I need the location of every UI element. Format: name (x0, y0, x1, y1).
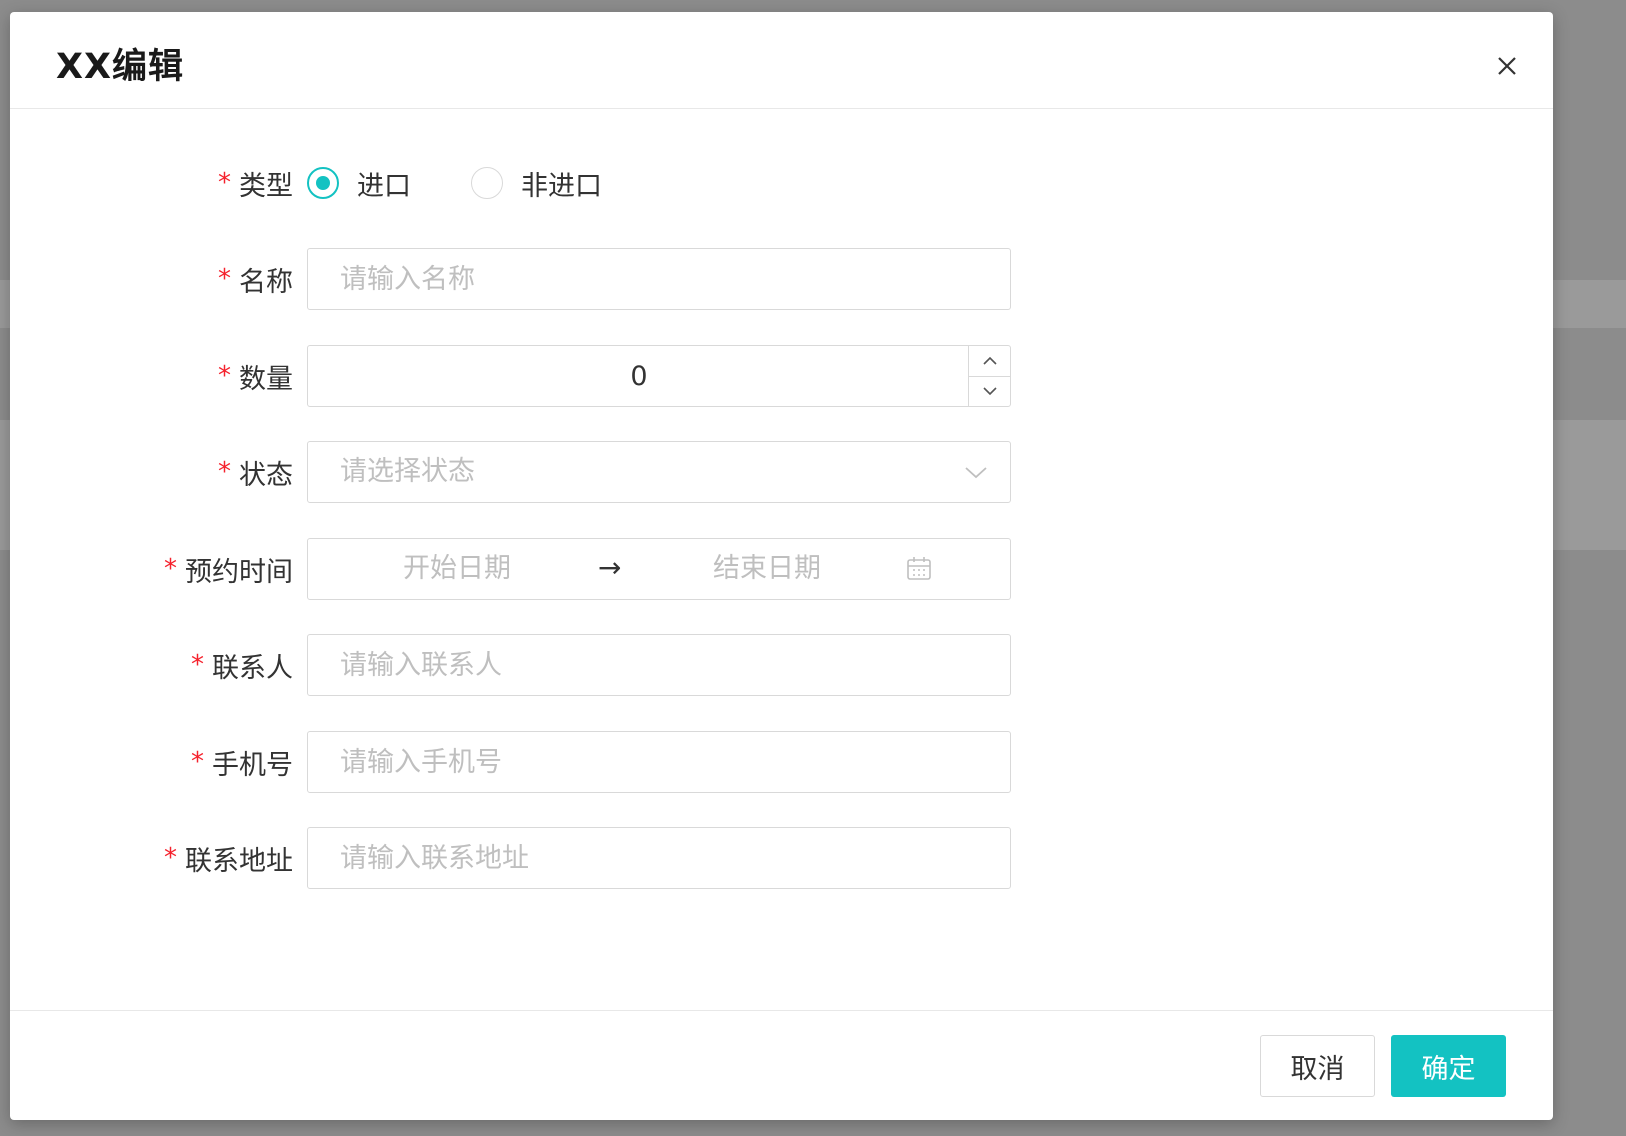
close-icon (1498, 57, 1516, 75)
confirm-button[interactable]: 确定 (1391, 1035, 1506, 1097)
calendar-icon (907, 557, 931, 580)
phone-field-wrapper (307, 731, 1011, 793)
form-row-type: * 类型 进口 非进口 (10, 151, 1553, 215)
edit-dialog: XX编辑 * 类型 进口 非进口 * 名称 请输入名称 * 数量 0 * 状态 … (10, 12, 1553, 1120)
form-row-phone: * 手机号 (10, 730, 1553, 794)
address-field-wrapper (307, 827, 1011, 889)
contact-input[interactable] (308, 635, 1010, 695)
dialog-footer: 取消 确定 (10, 1010, 1553, 1120)
status-label-text: 状态 (239, 459, 293, 491)
required-mark: * (164, 843, 177, 873)
quantity-input[interactable] (308, 346, 1010, 406)
form-row-appointment: * 预约时间 开始日期 → 结束日期 (10, 537, 1553, 601)
contact-label: * 联系人 (191, 646, 293, 685)
step-up-button[interactable] (969, 346, 1010, 376)
radio-option-non-import[interactable]: 非进口 (471, 164, 602, 203)
radio-label: 进口 (357, 170, 411, 202)
address-label-text: 联系地址 (185, 845, 293, 877)
required-mark: * (164, 554, 177, 584)
phone-label-text: 手机号 (212, 749, 293, 781)
type-label: * 类型 (218, 164, 293, 203)
status-label: * 状态 (218, 453, 293, 492)
end-date-input[interactable]: 结束日期 (713, 539, 821, 598)
quantity-label-text: 数量 (239, 363, 293, 395)
dialog-title: XX编辑 (56, 47, 184, 87)
address-input[interactable] (308, 828, 1010, 888)
chevron-down-icon (965, 467, 987, 479)
address-label: * 联系地址 (164, 839, 293, 878)
type-radio-group: 进口 非进口 (307, 164, 662, 203)
date-range-picker[interactable]: 开始日期 → 结束日期 (307, 538, 1011, 600)
phone-label: * 手机号 (191, 743, 293, 782)
radio-checked-icon (307, 167, 339, 199)
chevron-down-icon (982, 387, 997, 396)
required-mark: * (218, 168, 231, 198)
required-mark: * (218, 457, 231, 487)
type-label-text: 类型 (239, 170, 293, 202)
form-row-address: * 联系地址 (10, 826, 1553, 890)
status-select[interactable]: 请选择状态 (307, 441, 1011, 503)
quantity-label: * 数量 (218, 357, 293, 396)
background-strip (0, 280, 10, 328)
form-row-quantity: * 数量 (10, 344, 1553, 408)
required-mark: * (191, 650, 204, 680)
chevron-up-icon (982, 356, 997, 365)
radio-option-import[interactable]: 进口 (307, 164, 411, 203)
contact-field-wrapper (307, 634, 1011, 696)
form-row-contact: * 联系人 (10, 633, 1553, 697)
name-label-text: 名称 (239, 266, 293, 298)
form-row-name: * 名称 (10, 247, 1553, 311)
start-date-input[interactable]: 开始日期 (403, 539, 511, 598)
step-down-button[interactable] (969, 375, 1010, 407)
background-strip (1553, 280, 1626, 328)
appointment-label-text: 预约时间 (185, 556, 293, 588)
quantity-stepper (307, 345, 1011, 407)
dialog-header: XX编辑 (10, 12, 1553, 109)
appointment-label: * 预约时间 (164, 550, 293, 589)
radio-unchecked-icon (471, 167, 503, 199)
contact-label-text: 联系人 (212, 652, 293, 684)
background-strip (0, 420, 10, 550)
name-input[interactable] (308, 249, 1010, 309)
name-label: * 名称 (218, 260, 293, 299)
required-mark: * (218, 361, 231, 391)
name-field-wrapper (307, 248, 1011, 310)
phone-input[interactable] (308, 732, 1010, 792)
radio-label: 非进口 (521, 170, 602, 202)
dialog-body: * 类型 进口 非进口 * 名称 请输入名称 * 数量 0 * 状态 请选择状态… (10, 110, 1553, 1017)
range-separator: → (598, 551, 622, 584)
status-placeholder: 请选择状态 (340, 456, 475, 487)
close-button[interactable] (1491, 50, 1523, 82)
cancel-button[interactable]: 取消 (1260, 1035, 1375, 1097)
required-mark: * (218, 264, 231, 294)
stepper-controls (968, 346, 1010, 406)
background-strip (1553, 420, 1626, 550)
required-mark: * (191, 747, 204, 777)
form-row-status: * 状态 请选择状态 (10, 440, 1553, 504)
